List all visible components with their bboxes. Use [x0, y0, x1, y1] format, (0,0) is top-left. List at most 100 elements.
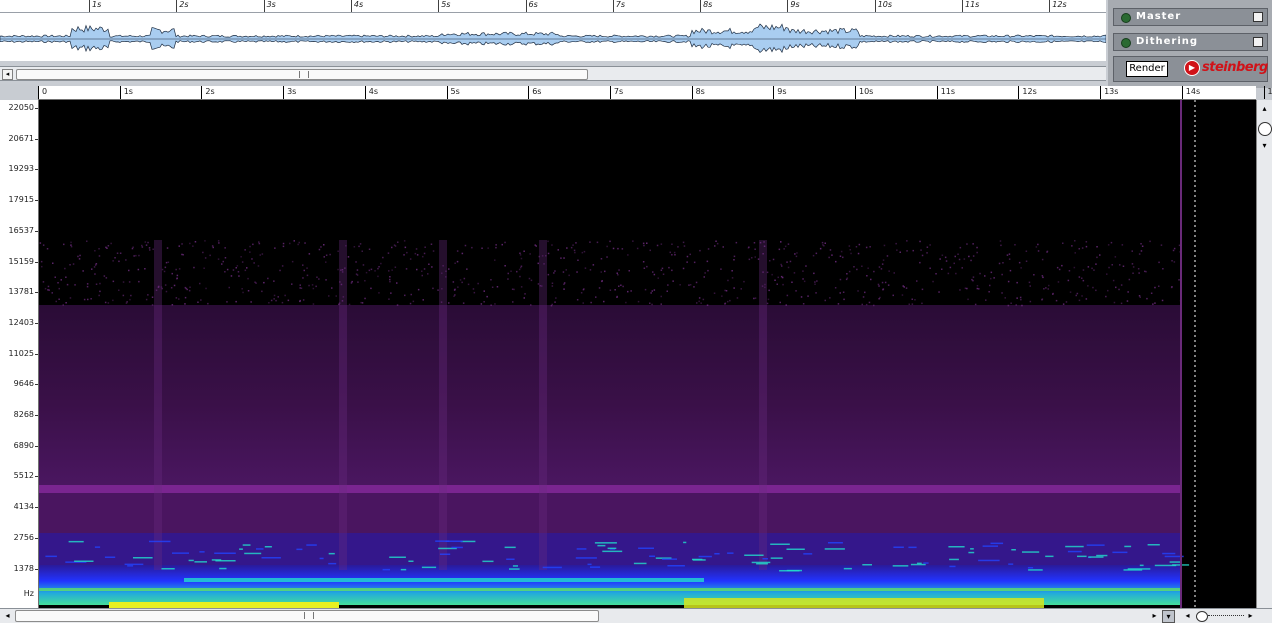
- spectrum-speckle: [652, 271, 654, 273]
- spectrum-speckle: [663, 274, 665, 276]
- spectrum-speckle: [1141, 250, 1143, 252]
- time-ruler-label: 14s: [1186, 86, 1200, 97]
- spectrum-speckle: [1174, 261, 1176, 263]
- spectrum-speckle: [781, 265, 783, 267]
- transient-streak: [339, 240, 347, 570]
- spectrum-speckle: [461, 282, 463, 284]
- spectrum-speckle: [796, 252, 798, 254]
- spectrum-speckle: [553, 272, 555, 274]
- zoom-knob-icon[interactable]: [1258, 122, 1272, 136]
- master-section-panel: Master Dithering Render ▶ steinberg: [1108, 0, 1272, 88]
- spectrum-speckle: [1086, 246, 1088, 248]
- render-button[interactable]: Render: [1126, 61, 1168, 77]
- spectrum-speckle: [783, 248, 785, 250]
- spectrum-speckle: [64, 268, 66, 270]
- spectrum-speckle: [204, 240, 206, 242]
- spectrum-speckle: [1171, 286, 1173, 288]
- vertical-zoom-bar[interactable]: ▴ ▾: [1256, 100, 1272, 608]
- spectrum-speckle: [888, 270, 890, 272]
- spectrum-speckle: [946, 260, 948, 262]
- zoom-out-icon[interactable]: ◂: [1182, 610, 1193, 621]
- spectrum-speckle: [492, 287, 494, 289]
- spectrum-magenta-band: [39, 485, 1181, 493]
- overview-scrollbar[interactable]: ◂: [0, 66, 1106, 81]
- spectrum-speckle: [753, 298, 755, 300]
- time-ruler-label: 7s: [614, 86, 623, 97]
- spectrum-speckle: [988, 291, 990, 293]
- spectrum-speckle: [815, 292, 817, 294]
- overview-waveform[interactable]: [0, 13, 1106, 61]
- horizontal-scroll-thumb[interactable]: [15, 610, 599, 622]
- spectrum-harmonic-dash: [189, 560, 194, 562]
- spectrum-speckle: [538, 263, 540, 265]
- spectrum-speckle: [171, 287, 173, 289]
- spectrum-speckle: [972, 243, 974, 245]
- spectrum-speckle: [530, 304, 532, 306]
- spectrum-speckle: [873, 271, 875, 273]
- master-edit-icon[interactable]: [1253, 12, 1263, 22]
- dithering-slot[interactable]: Dithering: [1113, 33, 1268, 51]
- spectrum-speckle: [275, 300, 277, 302]
- zoom-slider-knob-icon[interactable]: [1196, 611, 1208, 622]
- arrow-up-icon[interactable]: ▴: [1259, 103, 1270, 114]
- spectrum-speckle: [67, 284, 69, 286]
- frequency-label: 8268: [0, 410, 34, 420]
- spectrum-speckle: [1002, 262, 1004, 264]
- spectrum-speckle: [87, 299, 89, 301]
- spectrum-speckle: [404, 295, 406, 297]
- spectrogram-graph: [39, 100, 1256, 608]
- time-ruler[interactable]: 01s2s3s4s5s6s7s8s9s10s11s12s13s14s15s: [38, 86, 1256, 100]
- overview-time-ruler[interactable]: 1s2s3s4s5s6s7s8s9s10s11s12s: [0, 0, 1106, 13]
- dithering-power-icon[interactable]: [1121, 38, 1131, 48]
- zoom-in-icon[interactable]: ▸: [1245, 610, 1256, 621]
- spectrum-speckle: [41, 261, 43, 263]
- zoom-slider-track[interactable]: [1208, 615, 1244, 617]
- master-slot[interactable]: Master: [1113, 8, 1268, 26]
- spectrum-harmonic-dash: [699, 556, 712, 558]
- overview-scroll-thumb[interactable]: [16, 69, 588, 80]
- zoom-menu-icon[interactable]: ▾: [1162, 610, 1175, 623]
- scroll-left-icon[interactable]: ◂: [2, 69, 13, 80]
- spectrum-speckle: [113, 281, 115, 283]
- spectrum-speckle: [574, 250, 576, 252]
- scroll-right-icon[interactable]: ▸: [1149, 610, 1160, 621]
- spectrum-speckle: [90, 298, 92, 300]
- spectrum-speckle: [1066, 301, 1068, 303]
- spectrogram-view[interactable]: [39, 100, 1256, 608]
- spectrum-speckle: [146, 244, 148, 246]
- spectrum-speckle: [822, 244, 824, 246]
- spectrum-harmonic-dash: [262, 557, 281, 559]
- spectrum-speckle: [299, 287, 301, 289]
- spectrum-speckle: [864, 292, 866, 294]
- spectrum-speckle: [668, 267, 670, 269]
- spectrum-speckle: [74, 284, 76, 286]
- spectrum-speckle: [866, 275, 868, 277]
- spectrum-speckle: [577, 299, 579, 301]
- spectrum-speckle: [782, 277, 784, 279]
- spectrum-speckle: [842, 257, 844, 259]
- spectrum-harmonic-dash: [752, 562, 771, 564]
- spectrum-speckle: [291, 283, 293, 285]
- spectrum-speckle: [167, 247, 169, 249]
- scroll-left-icon[interactable]: ◂: [2, 610, 13, 621]
- spectrum-speckle: [145, 241, 147, 243]
- spectrum-speckle: [262, 253, 264, 255]
- spectrum-speckle: [962, 267, 964, 269]
- frequency-label: 20671: [0, 134, 34, 144]
- spectrum-speckle: [574, 252, 576, 254]
- horizontal-scrollbar[interactable]: ◂ ▸ ▾ ◂ ▸: [0, 608, 1272, 623]
- spectrum-speckle: [1009, 253, 1011, 255]
- spectrum-speckle: [1010, 303, 1012, 305]
- frequency-label: 12403: [0, 318, 34, 328]
- arrow-down-icon[interactable]: ▾: [1259, 140, 1270, 151]
- spectrum-speckle: [965, 288, 967, 290]
- spectrum-speckle: [667, 291, 669, 293]
- spectrum-speckle: [957, 254, 959, 256]
- frequency-tick: [35, 507, 38, 508]
- spectrum-speckle: [209, 255, 211, 257]
- spectrum-speckle: [1118, 289, 1120, 291]
- dithering-edit-icon[interactable]: [1253, 37, 1263, 47]
- spectrum-speckle: [684, 245, 686, 247]
- spectrum-speckle: [609, 241, 611, 243]
- master-power-icon[interactable]: [1121, 13, 1131, 23]
